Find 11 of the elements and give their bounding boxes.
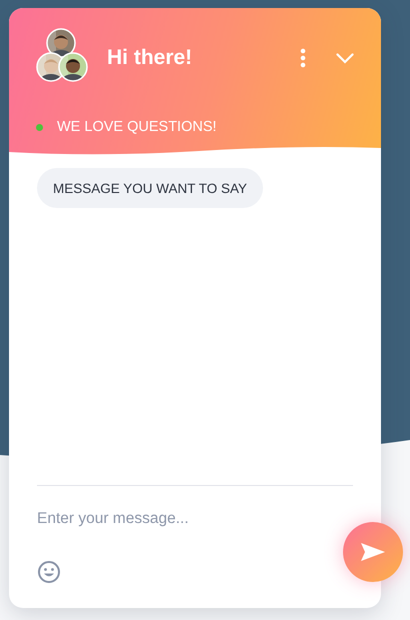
emoji-button[interactable] [37, 560, 61, 584]
status-text: WE LOVE QUESTIONS! [57, 119, 217, 135]
chevron-down-icon [336, 52, 354, 64]
kebab-menu-icon [300, 48, 306, 68]
chat-title: Hi there! [107, 46, 194, 70]
message-input[interactable]: Enter your message... [37, 507, 327, 531]
smiley-icon [37, 560, 61, 584]
send-icon [360, 542, 386, 562]
more-options-button[interactable] [298, 47, 308, 69]
message-bubble: MESSAGE YOU WANT TO SAY [37, 168, 264, 208]
collapse-button[interactable] [335, 51, 355, 65]
